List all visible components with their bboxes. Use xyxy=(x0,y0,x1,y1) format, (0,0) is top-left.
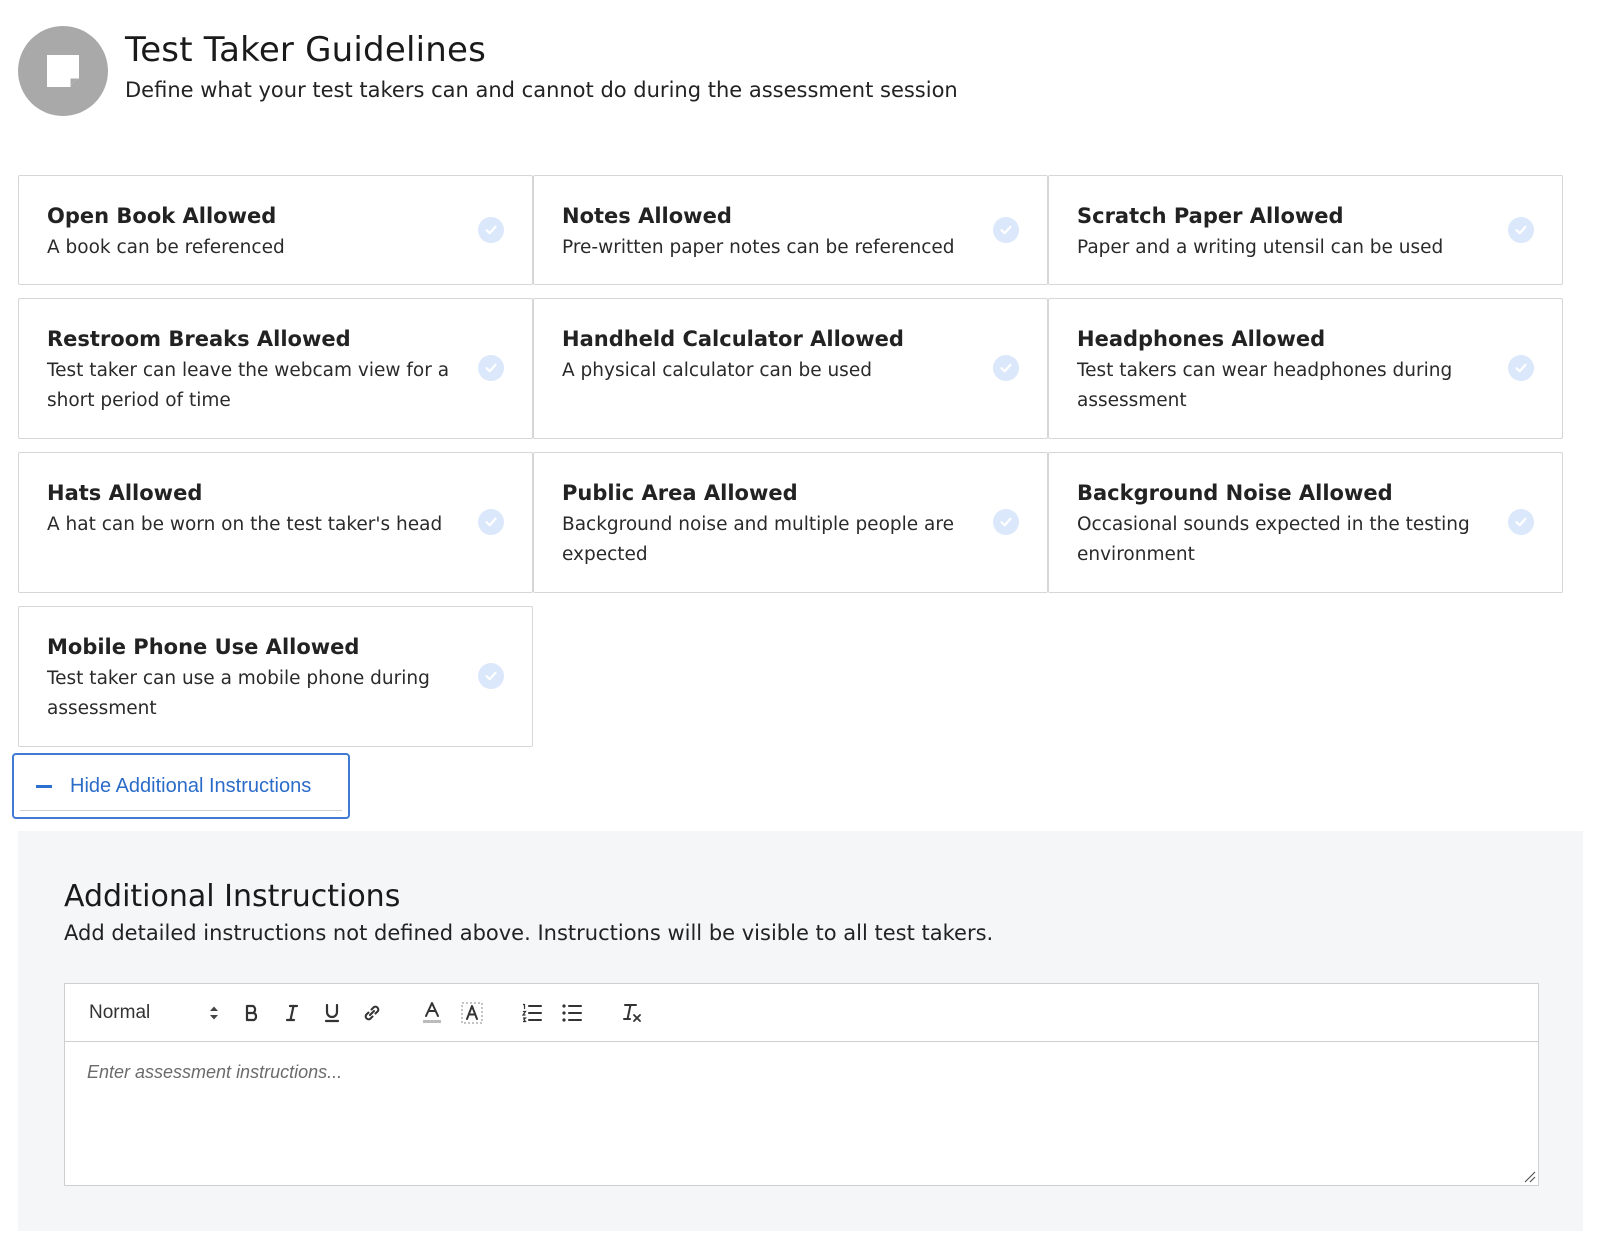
guideline-card-restroom-breaks[interactable]: Restroom Breaks Allowed Test taker can l… xyxy=(18,298,533,439)
guideline-title: Notes Allowed xyxy=(562,204,732,228)
italic-icon[interactable] xyxy=(277,998,307,1028)
section-title: Additional Instructions xyxy=(64,879,401,914)
format-select[interactable]: Normal xyxy=(89,999,219,1027)
guideline-description: Test takers can wear headphones during a… xyxy=(1077,360,1453,411)
resize-handle-icon[interactable] xyxy=(1522,1169,1536,1183)
rich-text-editor: Normal Enter assessment instructions... xyxy=(64,983,1539,1186)
guideline-title: Mobile Phone Use Allowed xyxy=(47,635,360,659)
check-circle-icon xyxy=(993,355,1019,381)
sticky-note-icon xyxy=(18,26,108,116)
check-circle-icon xyxy=(1508,217,1534,243)
bold-icon[interactable] xyxy=(237,998,267,1028)
check-circle-icon xyxy=(478,217,504,243)
sort-arrows-icon xyxy=(210,1006,218,1020)
check-circle-icon xyxy=(478,663,504,689)
guideline-card-headphones[interactable]: Headphones Allowed Test takers can wear … xyxy=(1048,298,1563,439)
guideline-card-handheld-calculator[interactable]: Handheld Calculator Allowed A physical c… xyxy=(533,298,1048,439)
guideline-description: A book can be referenced xyxy=(47,237,285,258)
section-description: Add detailed instructions not defined ab… xyxy=(64,921,994,945)
guideline-card-hats[interactable]: Hats Allowed A hat can be worn on the te… xyxy=(18,452,533,593)
toggle-label: Hide Additional Instructions xyxy=(70,774,312,797)
check-circle-icon xyxy=(1508,355,1534,381)
guideline-description: Background noise and multiple people are… xyxy=(562,514,954,565)
guideline-title: Background Noise Allowed xyxy=(1077,481,1393,505)
minus-icon xyxy=(36,784,52,788)
page-subtitle: Define what your test takers can and can… xyxy=(125,78,958,102)
page-header: Test Taker Guidelines Define what your t… xyxy=(18,26,958,116)
editor-toolbar: Normal xyxy=(65,984,1538,1042)
guideline-title: Scratch Paper Allowed xyxy=(1077,204,1344,228)
check-circle-icon xyxy=(1508,509,1534,535)
guideline-card-background-noise[interactable]: Background Noise Allowed Occasional soun… xyxy=(1048,452,1563,593)
guideline-title: Restroom Breaks Allowed xyxy=(47,327,351,351)
guideline-description: Occasional sounds expected in the testin… xyxy=(1077,514,1470,565)
guideline-description: A physical calculator can be used xyxy=(562,360,872,381)
check-circle-icon xyxy=(993,217,1019,243)
guideline-card-notes[interactable]: Notes Allowed Pre-written paper notes ca… xyxy=(533,175,1048,285)
instructions-textarea[interactable]: Enter assessment instructions... xyxy=(65,1042,1538,1185)
guideline-card-scratch-paper[interactable]: Scratch Paper Allowed Paper and a writin… xyxy=(1048,175,1563,285)
check-circle-icon xyxy=(478,509,504,535)
ordered-list-icon[interactable] xyxy=(517,998,547,1028)
guideline-description: A hat can be worn on the test taker's he… xyxy=(47,514,443,535)
text-color-icon[interactable] xyxy=(417,998,447,1028)
guideline-title: Open Book Allowed xyxy=(47,204,277,228)
page-title: Test Taker Guidelines xyxy=(125,30,487,70)
additional-instructions-panel: Additional Instructions Add detailed ins… xyxy=(18,831,1583,1231)
guideline-card-public-area[interactable]: Public Area Allowed Background noise and… xyxy=(533,452,1048,593)
divider xyxy=(20,810,342,811)
guideline-title: Headphones Allowed xyxy=(1077,327,1326,351)
hide-additional-instructions-button[interactable]: Hide Additional Instructions xyxy=(12,753,350,819)
guideline-description: Test taker can use a mobile phone during… xyxy=(47,668,430,719)
underline-icon[interactable] xyxy=(317,998,347,1028)
check-circle-icon xyxy=(993,509,1019,535)
editor-placeholder: Enter assessment instructions... xyxy=(87,1062,343,1082)
background-color-icon[interactable] xyxy=(457,998,487,1028)
check-circle-icon xyxy=(478,355,504,381)
guideline-description: Test taker can leave the webcam view for… xyxy=(47,360,450,411)
format-select-value: Normal xyxy=(89,1002,151,1023)
guideline-description: Pre-written paper notes can be reference… xyxy=(562,237,955,258)
guideline-card-mobile-phone[interactable]: Mobile Phone Use Allowed Test taker can … xyxy=(18,606,533,747)
guideline-card-open-book[interactable]: Open Book Allowed A book can be referenc… xyxy=(18,175,533,285)
bullet-list-icon[interactable] xyxy=(557,998,587,1028)
guideline-description: Paper and a writing utensil can be used xyxy=(1077,237,1444,258)
guideline-title: Hats Allowed xyxy=(47,481,203,505)
clear-format-icon[interactable] xyxy=(617,998,647,1028)
guideline-title: Public Area Allowed xyxy=(562,481,798,505)
link-icon[interactable] xyxy=(357,998,387,1028)
guideline-title: Handheld Calculator Allowed xyxy=(562,327,904,351)
